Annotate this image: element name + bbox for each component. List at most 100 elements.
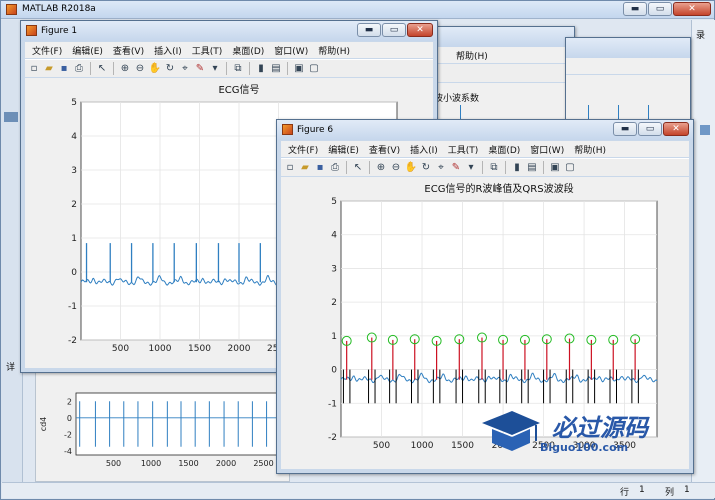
menu-window[interactable]: 窗口(W) xyxy=(525,143,569,156)
pan-hand-icon[interactable]: ✋ xyxy=(148,62,162,76)
menu-tools[interactable]: 工具(T) xyxy=(187,44,228,57)
data-cursor-icon[interactable]: ⌖ xyxy=(178,62,192,76)
x-tick-label: 2000 xyxy=(228,344,251,354)
chart-title: ECG信号 xyxy=(218,84,259,96)
menu-tools[interactable]: 工具(T) xyxy=(443,143,484,156)
toolbar-separator xyxy=(113,62,114,75)
rotate-icon[interactable]: ↻ xyxy=(163,62,177,76)
figure-1-title: Figure 1 xyxy=(41,26,78,36)
maximize-button[interactable]: ▭ xyxy=(648,2,672,16)
rotate-icon[interactable]: ↻ xyxy=(419,161,433,175)
watermark: 必过源码 Biguo100.com xyxy=(478,405,688,465)
bottom-axes-panel: 500 1000 1500 2000 2500 2 0 -2 -4 cd4 xyxy=(35,370,290,482)
pointer-icon[interactable]: ↖ xyxy=(95,62,109,76)
matlab-logo-icon xyxy=(6,4,17,15)
zoom-in-icon[interactable]: ⊕ xyxy=(118,62,132,76)
zoom-out-icon[interactable]: ⊖ xyxy=(389,161,403,175)
menu-desktop[interactable]: 桌面(D) xyxy=(227,44,269,57)
toolbar-separator xyxy=(226,62,227,75)
row-label: 行 xyxy=(620,488,630,498)
menu-help-back1[interactable]: 帮助(H) xyxy=(456,49,488,62)
menu-view[interactable]: 查看(V) xyxy=(108,44,149,57)
link-plot-icon[interactable]: ⧉ xyxy=(231,62,245,76)
new-figure-icon[interactable]: ▫ xyxy=(27,62,41,76)
menu-edit[interactable]: 编辑(E) xyxy=(323,143,364,156)
menu-insert[interactable]: 插入(I) xyxy=(405,143,443,156)
brush-icon[interactable]: ✎ xyxy=(449,161,463,175)
toolbar-separator xyxy=(543,161,544,174)
row-value: 1 xyxy=(639,485,645,495)
print-icon[interactable]: ⎙ xyxy=(328,161,342,175)
figure-icon xyxy=(282,124,293,135)
brush-icon[interactable]: ✎ xyxy=(193,62,207,76)
minimize-button[interactable]: ▬ xyxy=(623,2,647,16)
legend-icon[interactable]: ▤ xyxy=(525,161,539,175)
brush-dropdown-icon[interactable]: ▾ xyxy=(208,62,222,76)
link-plot-icon[interactable]: ⧉ xyxy=(487,161,501,175)
save-icon[interactable]: ▪ xyxy=(313,161,327,175)
zoom-in-icon[interactable]: ⊕ xyxy=(374,161,388,175)
search-fragment: 录 xyxy=(696,31,706,41)
x-tick-label: 500 xyxy=(373,441,390,451)
open-folder-icon[interactable]: ▰ xyxy=(42,62,56,76)
menu-view[interactable]: 查看(V) xyxy=(364,143,405,156)
watermark-text: 必过源码 xyxy=(552,414,648,442)
open-folder-icon[interactable]: ▰ xyxy=(298,161,312,175)
figure-1-titlebar: Figure 1 ▬ ▭ ✕ xyxy=(21,21,437,41)
menu-help[interactable]: 帮助(H) xyxy=(569,143,611,156)
maximize-button[interactable]: ▭ xyxy=(382,23,406,37)
colorbar-icon[interactable]: ▮ xyxy=(254,62,268,76)
data-cursor-icon[interactable]: ⌖ xyxy=(434,161,448,175)
y-tick-label: 5 xyxy=(71,98,77,108)
back-chart-title: 波小波系数 xyxy=(434,94,480,104)
brush-dropdown-icon[interactable]: ▾ xyxy=(464,161,478,175)
menu-insert[interactable]: 插入(I) xyxy=(149,44,187,57)
maximize-button[interactable]: ▭ xyxy=(638,122,662,136)
y-tick-label: 4 xyxy=(71,132,77,142)
close-button[interactable]: ✕ xyxy=(407,23,433,37)
x-tick-label: 1500 xyxy=(178,459,198,468)
new-figure-icon[interactable]: ▫ xyxy=(283,161,297,175)
pan-hand-icon[interactable]: ✋ xyxy=(404,161,418,175)
toolbar-separator xyxy=(90,62,91,75)
close-button[interactable]: ✕ xyxy=(663,122,689,136)
x-tick-label: 500 xyxy=(112,344,129,354)
colorbar-icon[interactable]: ▮ xyxy=(510,161,524,175)
menu-file[interactable]: 文件(F) xyxy=(283,143,323,156)
x-tick-label: 2500 xyxy=(253,459,273,468)
y-tick-label: 1 xyxy=(331,332,337,342)
menu-desktop[interactable]: 桌面(D) xyxy=(483,143,525,156)
y-tick-label: 2 xyxy=(71,200,77,210)
figure-6-title: Figure 6 xyxy=(297,125,334,135)
menu-edit[interactable]: 编辑(E) xyxy=(67,44,108,57)
legend-icon[interactable]: ▤ xyxy=(269,62,283,76)
save-icon[interactable]: ▪ xyxy=(57,62,71,76)
y-tick-label: -4 xyxy=(64,447,72,456)
hide-plot-tools-icon[interactable]: ▣ xyxy=(292,62,306,76)
y-tick-label: -2 xyxy=(64,430,72,439)
toolbar-separator xyxy=(249,62,250,75)
minimize-button[interactable]: ▬ xyxy=(613,122,637,136)
print-icon[interactable]: ⎙ xyxy=(72,62,86,76)
menu-help[interactable]: 帮助(H) xyxy=(313,44,355,57)
nav-back-icon[interactable] xyxy=(4,112,18,122)
workspace-letter: 详 xyxy=(6,363,16,373)
y-tick-label: 4 xyxy=(331,231,337,241)
y-tick-label: 0 xyxy=(71,268,77,278)
show-plot-tools-icon[interactable]: ▢ xyxy=(563,161,577,175)
y-tick-label: 3 xyxy=(331,264,337,274)
status-bar: 行 1 列 1 xyxy=(2,482,715,498)
matlab-titlebar: MATLAB R2018a ▬ ▭ ✕ xyxy=(1,1,714,19)
show-plot-tools-icon[interactable]: ▢ xyxy=(307,62,321,76)
menu-window[interactable]: 窗口(W) xyxy=(269,44,313,57)
hide-plot-tools-icon[interactable]: ▣ xyxy=(548,161,562,175)
zoom-out-icon[interactable]: ⊖ xyxy=(133,62,147,76)
menu-file[interactable]: 文件(F) xyxy=(27,44,67,57)
minimize-button[interactable]: ▬ xyxy=(357,23,381,37)
figure-icon xyxy=(26,25,37,36)
figure-window-back-2[interactable] xyxy=(565,37,691,132)
pointer-icon[interactable]: ↖ xyxy=(351,161,365,175)
y-tick-label: 0 xyxy=(331,366,337,376)
help-icon[interactable] xyxy=(700,125,710,135)
close-button[interactable]: ✕ xyxy=(673,2,711,16)
